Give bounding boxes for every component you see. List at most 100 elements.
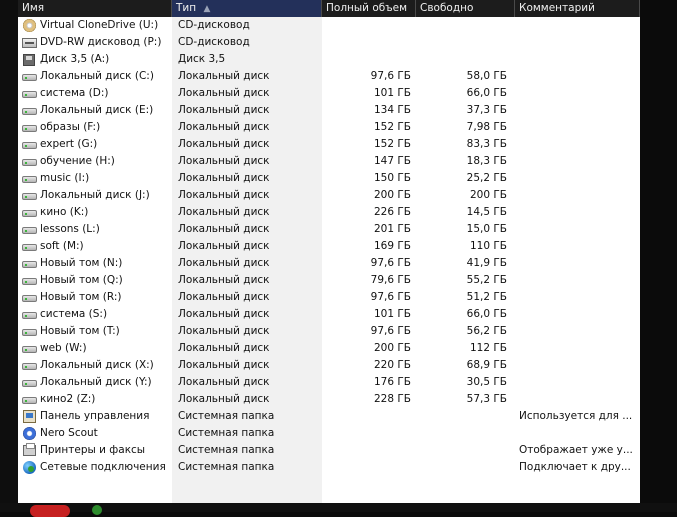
hard-disk-icon <box>22 227 37 234</box>
item-free-space: 18,3 ГБ <box>466 155 507 167</box>
item-name: soft (M:) <box>40 240 84 252</box>
item-total-size: 79,6 ГБ <box>370 274 411 286</box>
item-comment <box>519 85 637 102</box>
item-comment <box>519 391 637 408</box>
list-item[interactable]: Локальный диск (Y:) Локальный диск 176 ГБ 3… <box>18 374 640 391</box>
hard-disk-icon <box>22 346 37 353</box>
item-type: Локальный диск <box>178 172 270 184</box>
list-item[interactable]: lessons (L:) Локальный диск 201 ГБ 15,0 ГБ <box>18 221 640 238</box>
list-item[interactable]: система (S:) Локальный диск 101 ГБ 66,0 ГБ <box>18 306 640 323</box>
list-item[interactable]: кино (K:) Локальный диск 226 ГБ 14,5 ГБ <box>18 204 640 221</box>
item-name: Сетевые подключения <box>40 461 166 473</box>
column-header-total[interactable]: Полный объем <box>322 0 416 17</box>
hard-disk-icon <box>22 363 37 370</box>
item-type: Системная папка <box>178 427 275 439</box>
column-header-name[interactable]: Имя <box>18 0 172 17</box>
item-free-space <box>416 459 507 476</box>
item-type: Локальный диск <box>178 342 270 354</box>
list-item[interactable]: web (W:) Локальный диск 200 ГБ 112 ГБ <box>18 340 640 357</box>
list-item[interactable]: Локальный диск (E:) Локальный диск 134 ГБ 3… <box>18 102 640 119</box>
item-total-size: 97,6 ГБ <box>370 70 411 82</box>
list-item[interactable]: Локальный диск (X:) Локальный диск 220 ГБ 6… <box>18 357 640 374</box>
list-item[interactable]: система (D:) Локальный диск 101 ГБ 66,0 ГБ <box>18 85 640 102</box>
item-name: web (W:) <box>40 342 87 354</box>
item-total-size <box>322 51 411 68</box>
network-connections-icon <box>23 461 36 474</box>
item-free-space <box>416 425 507 442</box>
item-type: Системная папка <box>178 461 275 473</box>
item-name: Локальный диск (J:) <box>40 189 150 201</box>
list-item[interactable]: образы (F:) Локальный диск 152 ГБ 7,98 ГБ <box>18 119 640 136</box>
item-free-space: 30,5 ГБ <box>466 376 507 388</box>
item-type: CD-дисковод <box>178 36 250 48</box>
column-header-free[interactable]: Свободно <box>416 0 515 17</box>
list-item[interactable]: expert (G:) Локальный диск 152 ГБ 83,3 ГБ <box>18 136 640 153</box>
item-type: Локальный диск <box>178 240 270 252</box>
item-total-size: 97,6 ГБ <box>370 291 411 303</box>
file-list[interactable]: Virtual CloneDrive (U:) CD-дисковод DVD-RW… <box>18 17 640 503</box>
item-comment <box>519 289 637 306</box>
nero-scout-icon <box>23 427 36 440</box>
item-type: Локальный диск <box>178 376 270 388</box>
column-header-type[interactable]: Тип ▲ <box>172 0 322 17</box>
item-free-space: 112 ГБ <box>470 342 507 354</box>
item-name: Диск 3,5 (A:) <box>40 53 110 65</box>
item-free-space: 66,0 ГБ <box>466 87 507 99</box>
list-item[interactable]: Новый том (Q:) Локальный диск 79,6 ГБ 55,2 … <box>18 272 640 289</box>
item-comment <box>519 136 637 153</box>
list-item[interactable]: DVD-RW дисковод (P:) CD-дисковод <box>18 34 640 51</box>
item-comment <box>519 51 637 68</box>
item-name: Новый том (T:) <box>40 325 120 337</box>
list-item[interactable]: Панель управления Системная папка Использу… <box>18 408 640 425</box>
list-item[interactable]: Новый том (R:) Локальный диск 97,6 ГБ 51,2 … <box>18 289 640 306</box>
item-total-size: 228 ГБ <box>374 393 411 405</box>
column-header-comment[interactable]: Комментарий <box>515 0 640 17</box>
item-free-space <box>416 442 507 459</box>
hard-disk-icon <box>22 397 37 404</box>
item-free-space: 110 ГБ <box>470 240 507 252</box>
item-free-space <box>416 17 507 34</box>
list-item[interactable]: Virtual CloneDrive (U:) CD-дисковод <box>18 17 640 34</box>
column-header-comment-label: Комментарий <box>519 2 595 14</box>
list-item[interactable]: soft (M:) Локальный диск 169 ГБ 110 ГБ <box>18 238 640 255</box>
list-item[interactable]: Принтеры и факсы Системная папка Отображае… <box>18 442 640 459</box>
item-free-space: 68,9 ГБ <box>466 359 507 371</box>
list-item[interactable]: Новый том (T:) Локальный диск 97,6 ГБ 56,2 … <box>18 323 640 340</box>
item-type: Локальный диск <box>178 308 270 320</box>
item-free-space: 15,0 ГБ <box>466 223 507 235</box>
list-item[interactable]: Локальный диск (C:) Локальный диск 97,6 ГБ… <box>18 68 640 85</box>
item-name: образы (F:) <box>40 121 101 133</box>
item-type: Системная папка <box>178 410 275 422</box>
item-comment: Отображает уже у... <box>519 444 633 456</box>
item-comment <box>519 204 637 221</box>
item-type: Локальный диск <box>178 223 270 235</box>
item-free-space: 200 ГБ <box>470 189 507 201</box>
item-free-space <box>416 34 507 51</box>
item-comment <box>519 272 637 289</box>
list-item[interactable]: Сетевые подключения Системная папка Подклю… <box>18 459 640 476</box>
hard-disk-icon <box>22 244 37 251</box>
item-total-size: 200 ГБ <box>374 342 411 354</box>
list-item[interactable]: Новый том (N:) Локальный диск 97,6 ГБ 41,9 … <box>18 255 640 272</box>
item-total-size: 226 ГБ <box>374 206 411 218</box>
item-name: Локальный диск (Y:) <box>40 376 152 388</box>
list-item[interactable]: кино2 (Z:) Локальный диск 228 ГБ 57,3 ГБ <box>18 391 640 408</box>
hard-disk-icon <box>22 176 37 183</box>
item-type: Локальный диск <box>178 138 270 150</box>
item-total-size <box>322 408 411 425</box>
hard-disk-icon <box>22 329 37 336</box>
hard-disk-icon <box>22 159 37 166</box>
item-free-space <box>416 408 507 425</box>
item-name: Новый том (Q:) <box>40 274 123 286</box>
hard-disk-icon <box>22 380 37 387</box>
item-name: кино (K:) <box>40 206 89 218</box>
list-item[interactable]: Nero Scout Системная папка <box>18 425 640 442</box>
list-item[interactable]: music (I:) Локальный диск 150 ГБ 25,2 ГБ <box>18 170 640 187</box>
hard-disk-icon <box>22 312 37 319</box>
list-item[interactable]: обучение (H:) Локальный диск 147 ГБ 18,3 ГБ <box>18 153 640 170</box>
list-item[interactable]: Диск 3,5 (A:) Диск 3,5 <box>18 51 640 68</box>
list-item[interactable]: Локальный диск (J:) Локальный диск 200 ГБ 2… <box>18 187 640 204</box>
column-header-free-label: Свободно <box>420 2 474 14</box>
item-free-space: 83,3 ГБ <box>466 138 507 150</box>
item-total-size: 97,6 ГБ <box>370 257 411 269</box>
